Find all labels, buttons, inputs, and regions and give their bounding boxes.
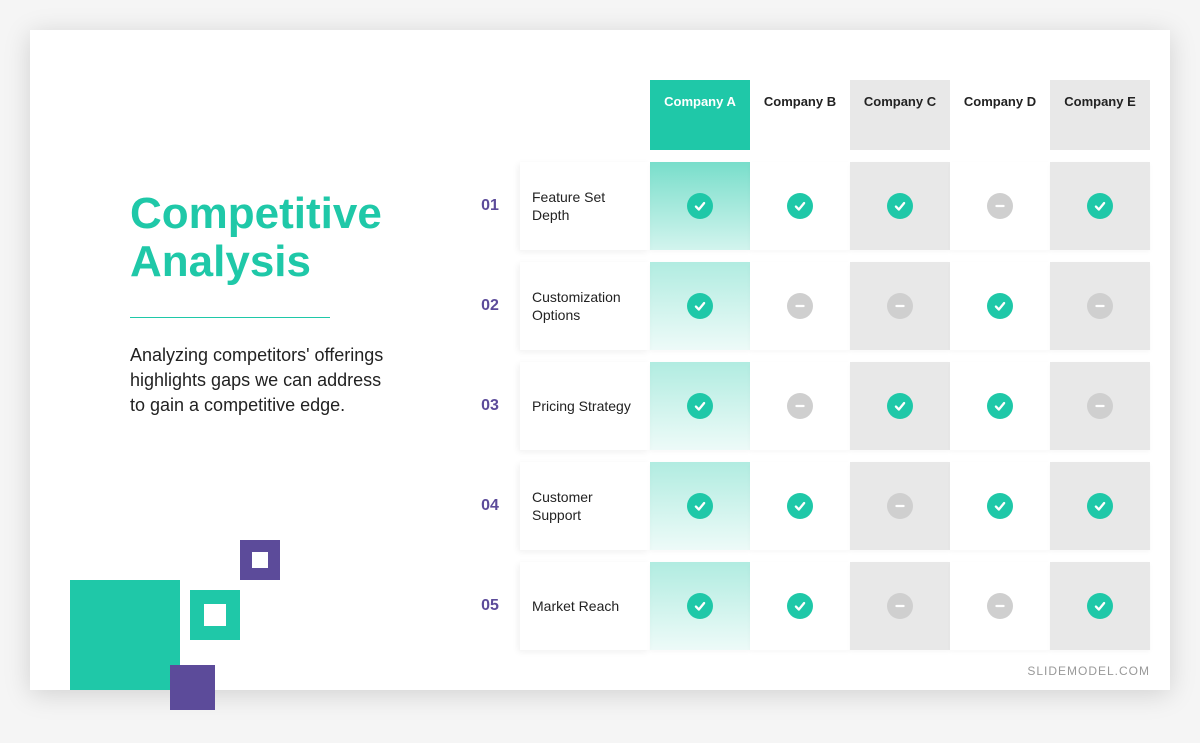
check-icon [987, 293, 1013, 319]
matrix-cell [950, 162, 1050, 250]
matrix-cell [750, 362, 850, 450]
check-icon [687, 193, 713, 219]
table-row: 04Customer Support [460, 462, 1150, 550]
dash-icon [887, 593, 913, 619]
matrix-cell [650, 462, 750, 550]
decor-purple-ring [240, 540, 280, 580]
matrix-cell [1050, 462, 1150, 550]
table-row: 03Pricing Strategy [460, 362, 1150, 450]
check-icon [687, 293, 713, 319]
check-icon [787, 593, 813, 619]
matrix-cell [750, 262, 850, 350]
matrix-cell [650, 262, 750, 350]
column-header-company-a: Company A [650, 80, 750, 150]
slide: Competitive Analysis Analyzing competito… [30, 30, 1170, 690]
matrix-cell [950, 262, 1050, 350]
row-number: 05 [460, 562, 520, 650]
dash-icon [987, 193, 1013, 219]
matrix-cell [1050, 262, 1150, 350]
header-spacer [520, 80, 650, 150]
row-label: Pricing Strategy [520, 362, 650, 450]
row-number: 03 [460, 362, 520, 450]
check-icon [687, 493, 713, 519]
table-row: 02Customization Options [460, 262, 1150, 350]
decor-teal-square [70, 580, 180, 690]
matrix-cell [1050, 362, 1150, 450]
column-header-company-e: Company E [1050, 80, 1150, 150]
matrix-cell [950, 462, 1050, 550]
check-icon [887, 193, 913, 219]
matrix-cell [950, 562, 1050, 650]
decor-purple-square [170, 665, 215, 710]
matrix-cell [850, 462, 950, 550]
check-icon [787, 493, 813, 519]
dash-icon [887, 293, 913, 319]
matrix-cell [750, 562, 850, 650]
dash-icon [1087, 393, 1113, 419]
matrix-body: 01Feature Set Depth02Customization Optio… [460, 162, 1150, 650]
dash-icon [787, 393, 813, 419]
comparison-matrix: Company A Company B Company C Company D … [460, 80, 1150, 650]
dash-icon [887, 493, 913, 519]
matrix-cell [750, 462, 850, 550]
check-icon [787, 193, 813, 219]
dash-icon [787, 293, 813, 319]
check-icon [687, 593, 713, 619]
dash-icon [987, 593, 1013, 619]
table-row: 01Feature Set Depth [460, 162, 1150, 250]
row-number: 02 [460, 262, 520, 350]
check-icon [1087, 593, 1113, 619]
matrix-cell [850, 362, 950, 450]
check-icon [1087, 493, 1113, 519]
table-row: 05Market Reach [460, 562, 1150, 650]
left-panel: Competitive Analysis Analyzing competito… [130, 190, 430, 418]
dash-icon [1087, 293, 1113, 319]
matrix-cell [650, 162, 750, 250]
slide-title: Competitive Analysis [130, 190, 430, 287]
decor-teal-ring [190, 590, 240, 640]
title-divider [130, 317, 330, 318]
check-icon [687, 393, 713, 419]
check-icon [1087, 193, 1113, 219]
matrix-cell [850, 162, 950, 250]
row-number: 04 [460, 462, 520, 550]
row-label: Feature Set Depth [520, 162, 650, 250]
matrix-cell [1050, 162, 1150, 250]
column-header-company-c: Company C [850, 80, 950, 150]
matrix-cell [650, 362, 750, 450]
check-icon [987, 493, 1013, 519]
matrix-headers: Company A Company B Company C Company D … [460, 80, 1150, 150]
row-label: Customization Options [520, 262, 650, 350]
matrix-cell [750, 162, 850, 250]
matrix-cell [950, 362, 1050, 450]
row-label: Customer Support [520, 462, 650, 550]
matrix-cell [850, 562, 950, 650]
watermark: SLIDEMODEL.COM [1027, 664, 1150, 678]
row-label: Market Reach [520, 562, 650, 650]
matrix-cell [650, 562, 750, 650]
row-number: 01 [460, 162, 520, 250]
column-header-company-b: Company B [750, 80, 850, 150]
check-icon [987, 393, 1013, 419]
check-icon [887, 393, 913, 419]
matrix-cell [850, 262, 950, 350]
matrix-cell [1050, 562, 1150, 650]
slide-description: Analyzing competitors' offerings highlig… [130, 343, 390, 419]
header-spacer [460, 80, 520, 150]
column-header-company-d: Company D [950, 80, 1050, 150]
